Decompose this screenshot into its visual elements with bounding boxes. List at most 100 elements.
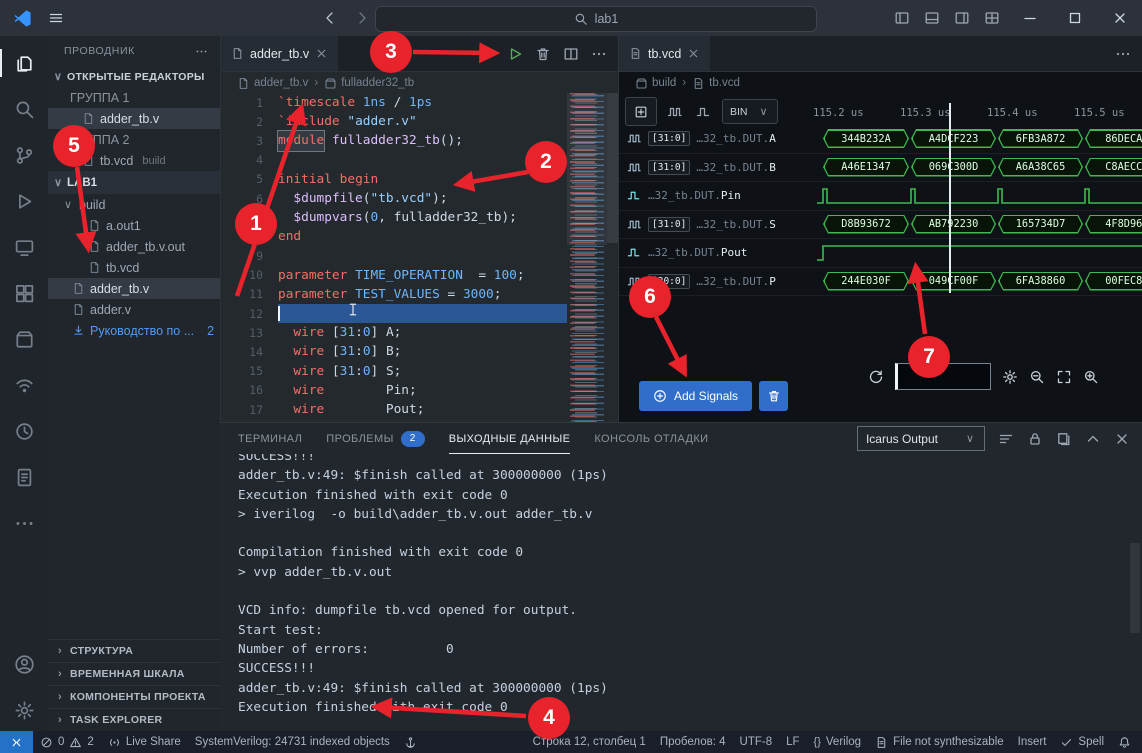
code-line[interactable]: 15 wire [31:0] S;	[221, 362, 567, 381]
code-line[interactable]: 17 wire Pout;	[221, 400, 567, 419]
more-actions-icon[interactable]	[591, 46, 607, 62]
breadcrumb-item[interactable]: build	[635, 77, 676, 90]
sidebar-section[interactable]: ›ВРЕМЕННАЯ ШКАЛА	[48, 662, 220, 685]
synthesis-status[interactable]: File not synthesizable	[868, 731, 1011, 753]
breadcrumb-item[interactable]: adder_tb.v	[237, 77, 308, 90]
close-tab-icon[interactable]	[315, 47, 328, 60]
code-line[interactable]: 6 $dumpfile("tb.vcd");	[221, 189, 567, 208]
code-line[interactable]: 2`include "adder.v"	[221, 112, 567, 131]
activity-explorer[interactable]	[0, 40, 48, 86]
close-panel-icon[interactable]	[1114, 431, 1130, 447]
panel-tab[interactable]: ТЕРМИНАЛ	[238, 423, 302, 454]
toggle-panel-icon[interactable]	[924, 10, 940, 26]
trash-icon[interactable]	[535, 46, 551, 62]
toggle-sidebar-icon[interactable]	[894, 10, 910, 26]
more-actions-icon[interactable]	[1115, 46, 1131, 62]
waveform-lane[interactable]: D8B93672AB792230165734D74F8D96DC	[817, 211, 1142, 239]
open-in-editor-icon[interactable]	[1056, 431, 1072, 447]
live-share[interactable]: Live Share	[101, 731, 188, 753]
remote-indicator[interactable]	[0, 731, 33, 753]
code-line[interactable]: 11parameter TEST_VALUES = 3000;	[221, 285, 567, 304]
activity-report[interactable]	[0, 454, 48, 500]
tree-item[interactable]: a.out1	[48, 215, 220, 236]
signal-name[interactable]: [31:0]…32_tb.DUT.A	[619, 125, 817, 153]
customize-layout-icon[interactable]	[984, 10, 1000, 26]
breadcrumb[interactable]: build›tb.vcd	[619, 72, 1142, 94]
code-line[interactable]: 1`timescale 1ns / 1ps	[221, 93, 567, 112]
code-line[interactable]: 3module fulladder32_tb();	[221, 131, 567, 150]
tree-item[interactable]: adder_tb.v	[48, 278, 220, 299]
workspace-root[interactable]: ∨ LAB1	[48, 171, 220, 194]
waveform-lane[interactable]	[817, 182, 1142, 210]
wave-style-bit-icon[interactable]	[693, 101, 715, 123]
maximize-button[interactable]	[1052, 0, 1097, 36]
minimap-viewport[interactable]	[567, 93, 607, 245]
sidebar-section[interactable]: ›TASK EXPLORER	[48, 708, 220, 731]
tree-item[interactable]: Руководство по ...2	[48, 320, 220, 341]
waveform-lane[interactable]: 244E030F049CF00F6FA3886000FEC803	[817, 268, 1142, 296]
waveform-row[interactable]: [31:0]…32_tb.DUT.A344B232AA4DCF2236FB3A8…	[619, 125, 1142, 154]
lock-icon[interactable]	[1027, 431, 1043, 447]
split-editor-icon[interactable]	[563, 46, 579, 62]
tree-item[interactable]: adder_tb.v.out	[48, 236, 220, 257]
activity-run-and-debug[interactable]	[0, 178, 48, 224]
activity-extensions[interactable]	[0, 270, 48, 316]
wave-style-icon[interactable]	[664, 101, 686, 123]
ports[interactable]	[397, 731, 424, 753]
language-status[interactable]: SystemVerilog: 24731 indexed objects	[188, 731, 397, 753]
command-center-search[interactable]: lab1	[375, 6, 817, 32]
panel-tab[interactable]: ПРОБЛЕМЫ2	[326, 423, 424, 454]
signal-name[interactable]: [31:0]…32_tb.DUT.B	[619, 154, 817, 182]
add-signals-button[interactable]: Add Signals	[639, 381, 752, 411]
gear-icon[interactable]	[1002, 369, 1018, 385]
code-line[interactable]: 5initial begin	[221, 170, 567, 189]
activity-remote-explorer[interactable]	[0, 224, 48, 270]
waveform-lane[interactable]: 344B232AA4DCF2236FB3A87286DECAD3	[817, 125, 1142, 153]
tree-item[interactable]: ∨build	[48, 194, 220, 215]
eol[interactable]: LF	[779, 731, 806, 753]
open-editors-header[interactable]: ∨ ОТКРЫТЫЕ РЕДАКТОРЫ	[48, 66, 220, 87]
waveform-lane[interactable]: A46E1347069C300DA6A38C65C8AECC09	[817, 154, 1142, 182]
activity-search[interactable]	[0, 86, 48, 132]
close-tab-icon[interactable]	[687, 47, 700, 60]
waveform-lane[interactable]	[817, 239, 1142, 267]
signal-name[interactable]: [31:0]…32_tb.DUT.S	[619, 211, 817, 239]
waveform-row[interactable]: [30:0]…32_tb.DUT.P244E030F049CF00F6FA388…	[619, 268, 1142, 297]
output-console[interactable]: SUCCESS!!!adder_tb.v:49: $finish called …	[238, 454, 1126, 732]
indentation[interactable]: Пробелов: 4	[653, 731, 733, 753]
code-line[interactable]: 9	[221, 247, 567, 266]
maximize-panel-icon[interactable]	[1085, 431, 1101, 447]
encoding[interactable]: UTF-8	[733, 731, 780, 753]
tree-item[interactable]: tb.vcd	[48, 257, 220, 278]
code-editor[interactable]: 1`timescale 1ns / 1ps2`include "adder.v"…	[221, 93, 567, 422]
spell-checker[interactable]: Spell	[1053, 731, 1111, 753]
breadcrumb-item[interactable]: tb.vcd	[692, 77, 740, 90]
sidebar-section[interactable]: ›СТРУКТУРА	[48, 639, 220, 662]
run-button[interactable]	[507, 46, 523, 62]
breadcrumb-item[interactable]: fulladder32_tb	[324, 77, 414, 90]
fit-to-view-icon[interactable]	[1056, 369, 1072, 385]
sidebar-more-icon[interactable]	[195, 45, 208, 58]
filter-icon[interactable]	[998, 431, 1014, 447]
tab-adder-tb[interactable]: adder_tb.v	[221, 36, 339, 71]
activity-more[interactable]	[0, 500, 48, 546]
sidebar-section[interactable]: ›КОМПОНЕНТЫ ПРОЕКТА	[48, 685, 220, 708]
language-mode[interactable]: {}Verilog	[807, 731, 869, 753]
zoom-out-icon[interactable]	[1029, 369, 1045, 385]
waveform-row[interactable]: …32_tb.DUT.Pout	[619, 239, 1142, 268]
add-marker-button[interactable]	[625, 97, 657, 126]
format-select[interactable]: BIN ∨	[722, 99, 778, 124]
activity-accounts[interactable]	[0, 641, 48, 687]
minimize-button[interactable]	[1007, 0, 1052, 36]
back-icon[interactable]	[322, 10, 338, 26]
notifications[interactable]	[1111, 731, 1138, 753]
activity-source-control[interactable]	[0, 132, 48, 178]
activity-settings[interactable]	[0, 687, 48, 733]
panel-scrollbar[interactable]	[1130, 543, 1140, 633]
code-line[interactable]: 14 wire [31:0] B;	[221, 342, 567, 361]
waveform-row[interactable]: …32_tb.DUT.Pin	[619, 182, 1142, 211]
forward-icon[interactable]	[354, 10, 370, 26]
code-line[interactable]: 12	[221, 304, 567, 323]
activity-project-manager[interactable]	[0, 316, 48, 362]
tree-item[interactable]: adder.v	[48, 299, 220, 320]
